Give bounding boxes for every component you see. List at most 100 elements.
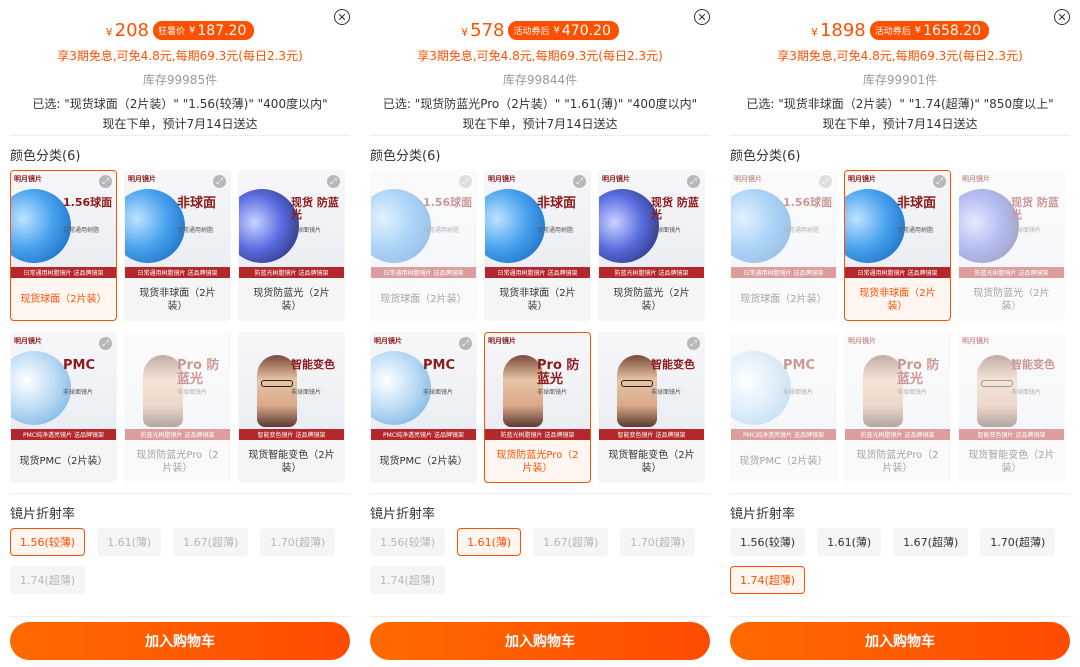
expand-icon[interactable]: ⤢ bbox=[459, 175, 472, 188]
color-option-label: 现货球面（2片装） bbox=[380, 294, 467, 306]
color-option-grid: ⤢ 1.56球面 日常通用树脂 日常通用树脂镜片 送品牌镜架 现货球面（2片装）… bbox=[370, 170, 710, 483]
thumbnail-subtitle: 非球面镜片 bbox=[537, 389, 568, 396]
color-option[interactable]: 明月镜片 ⤢ 现货 防蓝光 非球面镜片 防蓝光树脂镜片 送品牌镜架 现货防蓝光（… bbox=[598, 170, 705, 321]
color-option[interactable]: 明月镜片 ⤢ PMC 非球面镜片 PMC纯净透亮镜片 送品牌镜架 现货PMC（2… bbox=[370, 332, 477, 483]
refractive-option[interactable]: 1.61(薄) bbox=[817, 528, 882, 556]
color-option[interactable]: 智能变色 非球面镜片 智能变色镜片 送品牌镜架 现货智能变色（2片装） bbox=[238, 332, 345, 483]
thumbnail-subtitle: 非球面镜片 bbox=[1011, 227, 1042, 234]
lens-illustration bbox=[239, 189, 299, 263]
product-thumbnail: 智能变色 非球面镜片 智能变色镜片 送品牌镜架 bbox=[239, 333, 344, 440]
thumbnail-subtitle: 日常通用树脂 bbox=[537, 227, 574, 234]
currency-symbol: ¥ bbox=[461, 26, 469, 39]
add-to-cart-button[interactable]: 加入购物车 bbox=[370, 622, 710, 660]
lens-illustration bbox=[599, 189, 659, 263]
color-option[interactable]: 明月镜片 ⤢ PMC 非球面镜片 PMC纯净透亮镜片 送品牌镜架 现货PMC（2… bbox=[10, 332, 117, 483]
color-option[interactable]: ⤢ 现货 防蓝光 非球面镜片 防蓝光树脂镜片 送品牌镜架 现货防蓝光（2片装） bbox=[238, 170, 345, 321]
color-option[interactable]: 明月镜片 ⤢ 1.56球面 日常通用树脂 日常通用树脂镜片 送品牌镜架 现货球面… bbox=[730, 170, 837, 321]
color-option[interactable]: 明月镜片 ⤢ 非球面 日常通用树脂 日常通用树脂镜片 送品牌镜架 现货非球面（2… bbox=[484, 170, 591, 321]
divider bbox=[730, 493, 1070, 494]
brand-logo: 明月镜片 bbox=[488, 337, 516, 345]
product-thumbnail: 明月镜片 ⤢ PMC 非球面镜片 PMC纯净透亮镜片 送品牌镜架 bbox=[11, 333, 116, 440]
color-option-label: 现货防蓝光Pro（2片装） bbox=[496, 449, 579, 475]
thumbnail-title: PMC bbox=[783, 358, 816, 373]
thumbnail-title: 智能变色 bbox=[291, 358, 335, 371]
thumbnail-band: PMC纯净透亮镜片 送品牌镜架 bbox=[731, 429, 836, 440]
refractive-option[interactable]: 1.56(较薄) bbox=[370, 528, 446, 556]
add-to-cart-button[interactable]: 加入购物车 bbox=[10, 622, 350, 660]
thumbnail-title: Pro 防蓝光 bbox=[177, 358, 220, 388]
expand-icon[interactable]: ⤢ bbox=[687, 175, 700, 188]
color-option-label: 现货防蓝光（2片装） bbox=[973, 287, 1050, 313]
thumbnail-band: PMC纯净透亮镜片 送品牌镜架 bbox=[371, 429, 476, 440]
screens-container: ✕ ¥ 208 狂暑价 ¥ 187.20 享3期免息,可免4.8元,每期69.3… bbox=[0, 0, 1080, 667]
color-option[interactable]: 明月镜片 ⤢ 1.56球面 日常通用树脂 日常通用树脂镜片 送品牌镜架 现货球面… bbox=[10, 170, 117, 321]
close-icon[interactable]: ✕ bbox=[694, 9, 710, 25]
color-option[interactable]: 明月镜片 现货 防蓝光 非球面镜片 防蓝光树脂镜片 送品牌镜架 现货防蓝光（2片… bbox=[958, 170, 1065, 321]
expand-icon[interactable]: ⤢ bbox=[213, 175, 226, 188]
promo-price: 1658.20 bbox=[923, 22, 982, 39]
thumbnail-band: 智能变色镜片 送品牌镜架 bbox=[599, 429, 704, 440]
color-option[interactable]: 明月镜片 Pro 防蓝光 非球面镜片 防蓝光树脂镜片 送品牌镜架 现货防蓝光Pr… bbox=[844, 332, 951, 483]
expand-icon[interactable]: ⤢ bbox=[327, 175, 340, 188]
expand-icon[interactable]: ⤢ bbox=[573, 175, 586, 188]
color-option[interactable]: ⤢ 智能变色 非球面镜片 智能变色镜片 送品牌镜架 现货智能变色（2片装） bbox=[598, 332, 705, 483]
product-thumbnail: ⤢ 智能变色 非球面镜片 智能变色镜片 送品牌镜架 bbox=[599, 333, 704, 440]
installment-info: 享3期免息,可免4.8元,每期69.3元(每日2.3元) bbox=[57, 49, 303, 63]
stock-count: 库存99985件 bbox=[142, 73, 218, 87]
color-option[interactable]: 明月镜片 ⤢ 非球面 日常通用树脂 日常通用树脂镜片 送品牌镜架 现货非球面（2… bbox=[124, 170, 231, 321]
lens-illustration bbox=[959, 189, 1019, 263]
expand-icon[interactable]: ⤢ bbox=[99, 337, 112, 350]
close-icon[interactable]: ✕ bbox=[334, 9, 350, 25]
refractive-option[interactable]: 1.67(超薄) bbox=[893, 528, 969, 556]
divider bbox=[10, 493, 350, 494]
thumbnail-band: 防蓝光树脂镜片 送品牌镜架 bbox=[485, 429, 590, 440]
color-option[interactable]: ⤢ 1.56球面 日常通用树脂 日常通用树脂镜片 送品牌镜架 现货球面（2片装） bbox=[370, 170, 477, 321]
color-option-grid: 明月镜片 ⤢ 1.56球面 日常通用树脂 日常通用树脂镜片 送品牌镜架 现货球面… bbox=[10, 170, 350, 483]
thumbnail-title: 1.56球面 bbox=[63, 196, 113, 209]
thumbnail-subtitle: 非球面镜片 bbox=[651, 389, 682, 396]
selected-summary: 已选: "现货球面（2片装）" "1.56(较薄)" "400度以内" bbox=[32, 97, 328, 111]
add-to-cart-button[interactable]: 加入购物车 bbox=[730, 622, 1070, 660]
product-thumbnail: PMC 非球面镜片 PMC纯净透亮镜片 送品牌镜架 bbox=[731, 333, 836, 440]
refractive-option[interactable]: 1.67(超薄) bbox=[533, 528, 609, 556]
expand-icon[interactable]: ⤢ bbox=[819, 175, 832, 188]
expand-icon[interactable]: ⤢ bbox=[459, 337, 472, 350]
refractive-option[interactable]: 1.70(超薄) bbox=[620, 528, 696, 556]
refractive-option[interactable]: 1.56(较薄) bbox=[10, 528, 86, 556]
expand-icon[interactable]: ⤢ bbox=[99, 175, 112, 188]
refractive-option[interactable]: 1.61(薄) bbox=[97, 528, 162, 556]
selected-summary: 已选: "现货非球面（2片装）" "1.74(超薄)" "850度以上" bbox=[746, 97, 1054, 111]
divider bbox=[730, 616, 1070, 617]
lens-illustration bbox=[371, 351, 431, 425]
original-price: 1898 bbox=[819, 20, 866, 41]
refractive-index-title: 镜片折射率 bbox=[370, 507, 436, 522]
refractive-option[interactable]: 1.70(超薄) bbox=[980, 528, 1056, 556]
expand-icon[interactable]: ⤢ bbox=[687, 337, 700, 350]
brand-logo: 明月镜片 bbox=[14, 337, 42, 345]
color-option[interactable]: PMC 非球面镜片 PMC纯净透亮镜片 送品牌镜架 现货PMC（2片装） bbox=[730, 332, 837, 483]
currency-symbol: ¥ bbox=[105, 26, 113, 39]
refractive-option[interactable]: 1.74(超薄) bbox=[730, 566, 806, 594]
refractive-option[interactable]: 1.70(超薄) bbox=[260, 528, 336, 556]
expand-icon[interactable]: ⤢ bbox=[933, 175, 946, 188]
refractive-option[interactable]: 1.74(超薄) bbox=[10, 566, 86, 594]
color-option[interactable]: 明月镜片 Pro 防蓝光 非球面镜片 防蓝光树脂镜片 送品牌镜架 现货防蓝光Pr… bbox=[484, 332, 591, 483]
glasses-illustration bbox=[261, 380, 293, 387]
sku-panel-2: ✕ ¥ 578 活动券后 ¥ 470.20 享3期免息,可免4.8元,每期69.… bbox=[360, 0, 720, 667]
product-thumbnail: 明月镜片 Pro 防蓝光 非球面镜片 防蓝光树脂镜片 送品牌镜架 bbox=[845, 333, 950, 440]
original-price: 578 bbox=[470, 20, 505, 41]
divider bbox=[370, 616, 710, 617]
thumbnail-subtitle: 非球面镜片 bbox=[63, 389, 94, 396]
product-thumbnail: ⤢ 现货 防蓝光 非球面镜片 防蓝光树脂镜片 送品牌镜架 bbox=[239, 171, 344, 278]
refractive-option[interactable]: 1.56(较薄) bbox=[730, 528, 806, 556]
refractive-option[interactable]: 1.74(超薄) bbox=[370, 566, 446, 594]
color-option[interactable]: 明月镜片 智能变色 非球面镜片 智能变色镜片 送品牌镜架 现货智能变色（2片装） bbox=[958, 332, 1065, 483]
thumbnail-title: 非球面 bbox=[897, 196, 937, 211]
close-icon[interactable]: ✕ bbox=[1054, 9, 1070, 25]
color-option-label: 现货PMC（2片装） bbox=[19, 456, 108, 468]
refractive-option[interactable]: 1.61(薄) bbox=[457, 528, 522, 556]
color-option-label: 现货球面（2片装） bbox=[740, 294, 827, 306]
refractive-option[interactable]: 1.67(超薄) bbox=[173, 528, 249, 556]
color-option[interactable]: Pro 防蓝光 非球面镜片 防蓝光树脂镜片 送品牌镜架 现货防蓝光Pro（2片装… bbox=[124, 332, 231, 483]
color-option[interactable]: 明月镜片 ⤢ 非球面 日常通用树脂 日常通用树脂镜片 送品牌镜架 现货非球面（2… bbox=[844, 170, 951, 321]
